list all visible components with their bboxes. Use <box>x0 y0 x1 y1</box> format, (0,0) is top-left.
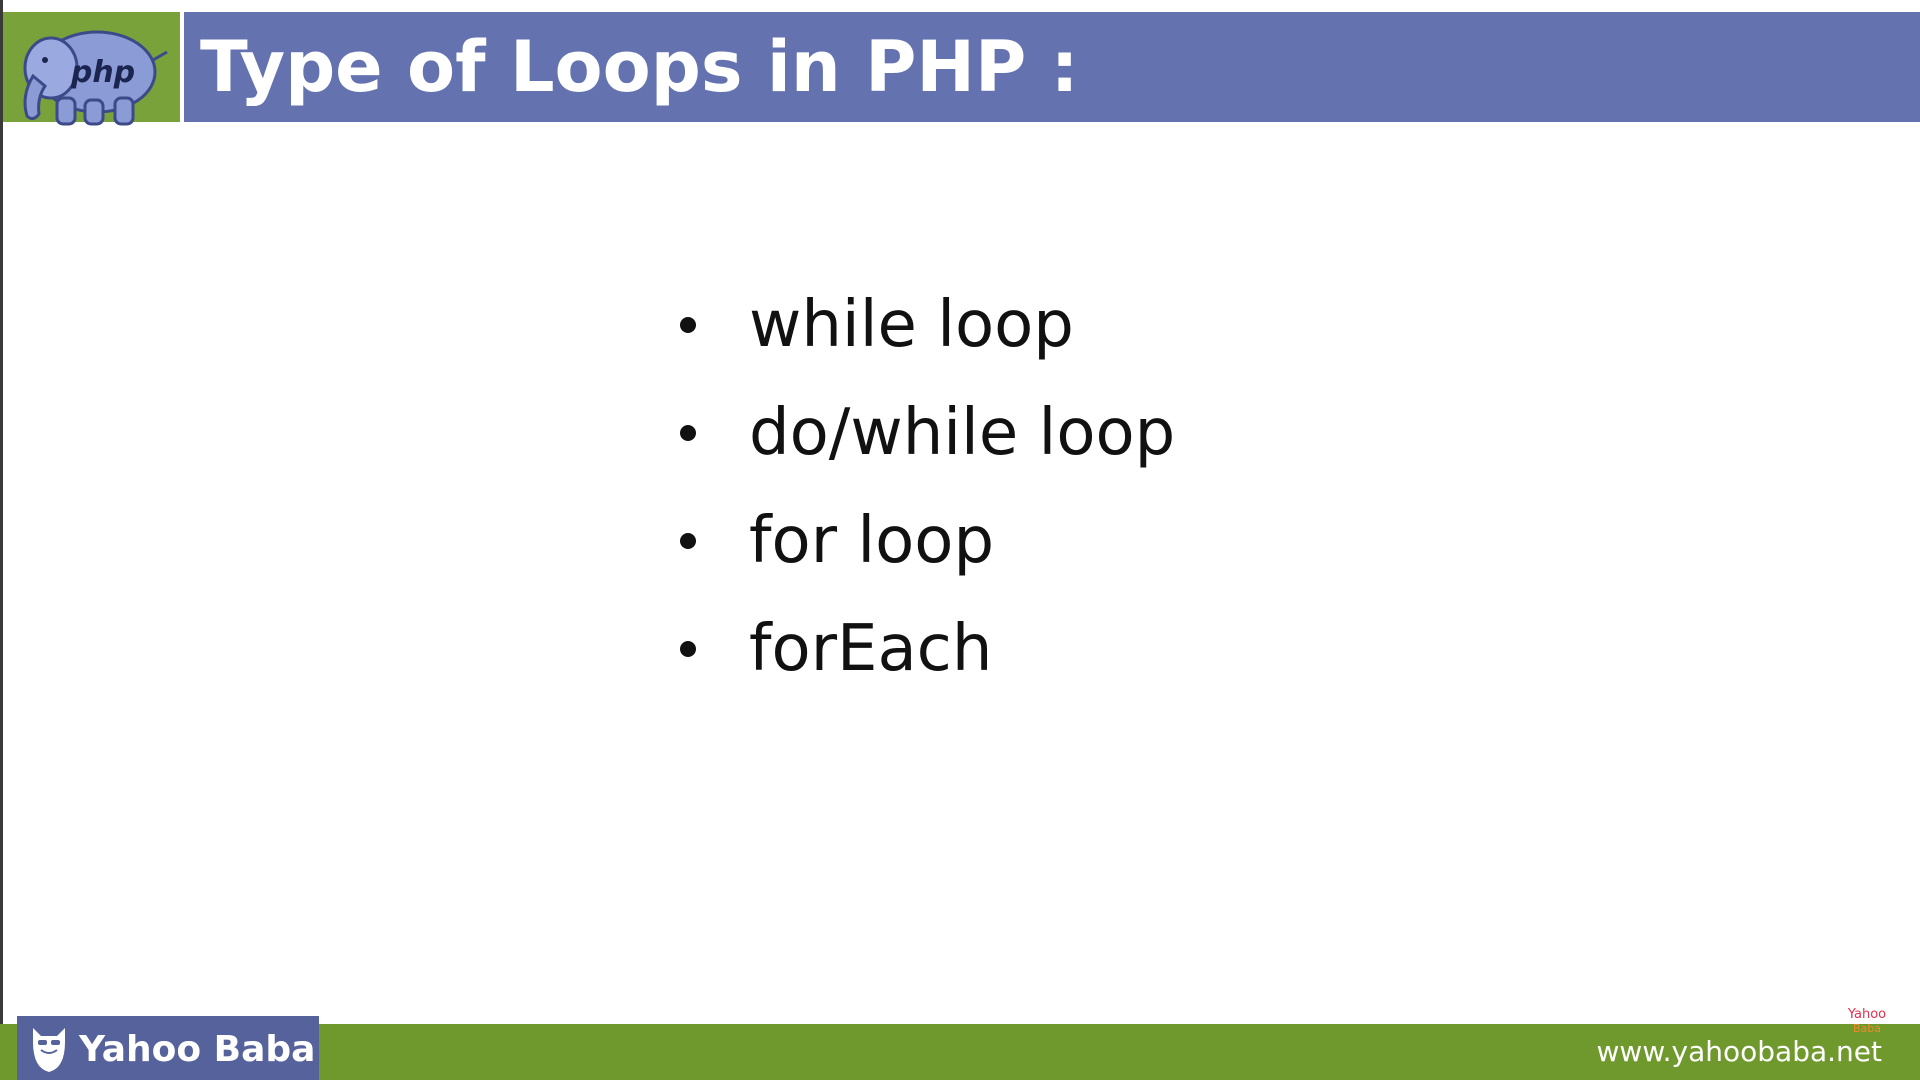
php-logo-box: php <box>3 12 180 126</box>
brand-name: Yahoo Baba <box>79 1029 316 1070</box>
list-item-text: forEach <box>749 612 993 686</box>
top-strip <box>0 0 1920 12</box>
left-edge <box>0 0 3 1080</box>
list-item-text: for loop <box>749 504 995 578</box>
watermark-logo: Yahoo Baba <box>1842 1008 1892 1038</box>
list-item-text: while loop <box>749 288 1074 362</box>
slide-title: Type of Loops in PHP : <box>200 26 1079 108</box>
bullet-dot-icon <box>680 425 696 441</box>
bullet-dot-icon <box>680 317 696 333</box>
footer-url: www.yahoobaba.net <box>1596 1035 1882 1068</box>
watermark-top-text: Yahoo <box>1847 1007 1887 1022</box>
bullet-dot-icon <box>680 533 696 549</box>
php-elephant-icon: php <box>23 30 168 126</box>
brand-box: Yahoo Baba <box>17 1016 319 1080</box>
bearded-man-icon <box>33 1028 65 1072</box>
svg-text:php: php <box>70 55 135 90</box>
list-item-text: do/while loop <box>749 396 1176 470</box>
slide: php Type of Loops in PHP : while loop do… <box>0 0 1920 1080</box>
watermark-bottom-text: Baba <box>1852 1022 1881 1035</box>
bullet-dot-icon <box>680 641 696 657</box>
